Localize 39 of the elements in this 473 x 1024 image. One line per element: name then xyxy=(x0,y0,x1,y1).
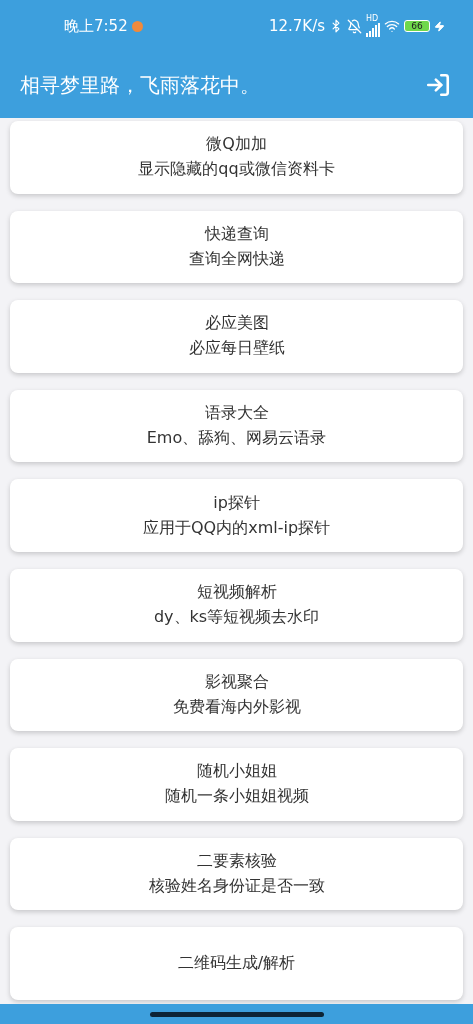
bell-off-icon xyxy=(347,18,362,34)
card-title: 二维码生成/解析 xyxy=(177,953,296,975)
feature-card[interactable]: 随机小姐姐 随机一条小姐姐视频 xyxy=(10,748,463,821)
status-time: 晚上7:52 xyxy=(64,16,128,36)
network-speed: 12.7K/s xyxy=(268,17,325,35)
feature-card[interactable]: 语录大全 Emo、舔狗、网易云语录 xyxy=(10,389,463,463)
card-subtitle: 随机一条小姐姐视频 xyxy=(164,786,309,808)
charging-icon xyxy=(434,20,445,32)
card-title: 二要素核验 xyxy=(196,851,277,873)
card-title: 影视聚合 xyxy=(204,671,269,693)
wifi-icon xyxy=(384,18,400,34)
feature-card[interactable]: 微Q加加 显示隐藏的qq或微信资料卡 xyxy=(10,121,463,194)
app-title: 相寻梦里路，飞雨落花中。 xyxy=(20,71,261,99)
card-subtitle: 应用于QQ内的xml-ip探针 xyxy=(142,517,331,539)
feature-card[interactable]: 二维码生成/解析 xyxy=(10,927,463,1000)
card-title: 微Q加加 xyxy=(206,134,267,156)
card-title: 快递查询 xyxy=(204,223,269,245)
card-title: 短视频解析 xyxy=(196,582,277,604)
feature-card[interactable]: 短视频解析 dy、ks等短视频去水印 xyxy=(10,568,463,642)
card-subtitle: 核验姓名身份证是否一致 xyxy=(148,876,325,898)
logout-icon[interactable] xyxy=(425,72,451,98)
feature-card[interactable]: ip探针 应用于QQ内的xml-ip探针 xyxy=(10,479,463,552)
feature-card[interactable]: 必应美图 必应每日壁纸 xyxy=(10,300,463,373)
card-title: ip探针 xyxy=(213,492,260,514)
card-title: 语录大全 xyxy=(204,403,269,425)
card-title: 随机小姐姐 xyxy=(196,761,277,783)
notification-dot xyxy=(131,20,143,32)
feature-card[interactable]: 快递查询 查询全网快递 xyxy=(10,210,463,284)
card-title: 必应美图 xyxy=(204,313,269,335)
card-subtitle: 查询全网快递 xyxy=(188,248,285,270)
card-subtitle: Emo、舔狗、网易云语录 xyxy=(146,428,327,450)
battery-icon: 66 xyxy=(404,20,430,32)
feature-card[interactable]: 二要素核验 核验姓名身份证是否一致 xyxy=(10,837,463,911)
card-subtitle: 显示隐藏的qq或微信资料卡 xyxy=(138,159,335,181)
home-handle[interactable] xyxy=(149,1011,324,1017)
feature-card[interactable]: 影视聚合 免费看海内外影视 xyxy=(10,658,463,732)
card-subtitle: 必应每日壁纸 xyxy=(188,338,285,360)
card-subtitle: dy、ks等短视频去水印 xyxy=(153,607,320,629)
card-subtitle: 免费看海内外影视 xyxy=(172,696,301,718)
